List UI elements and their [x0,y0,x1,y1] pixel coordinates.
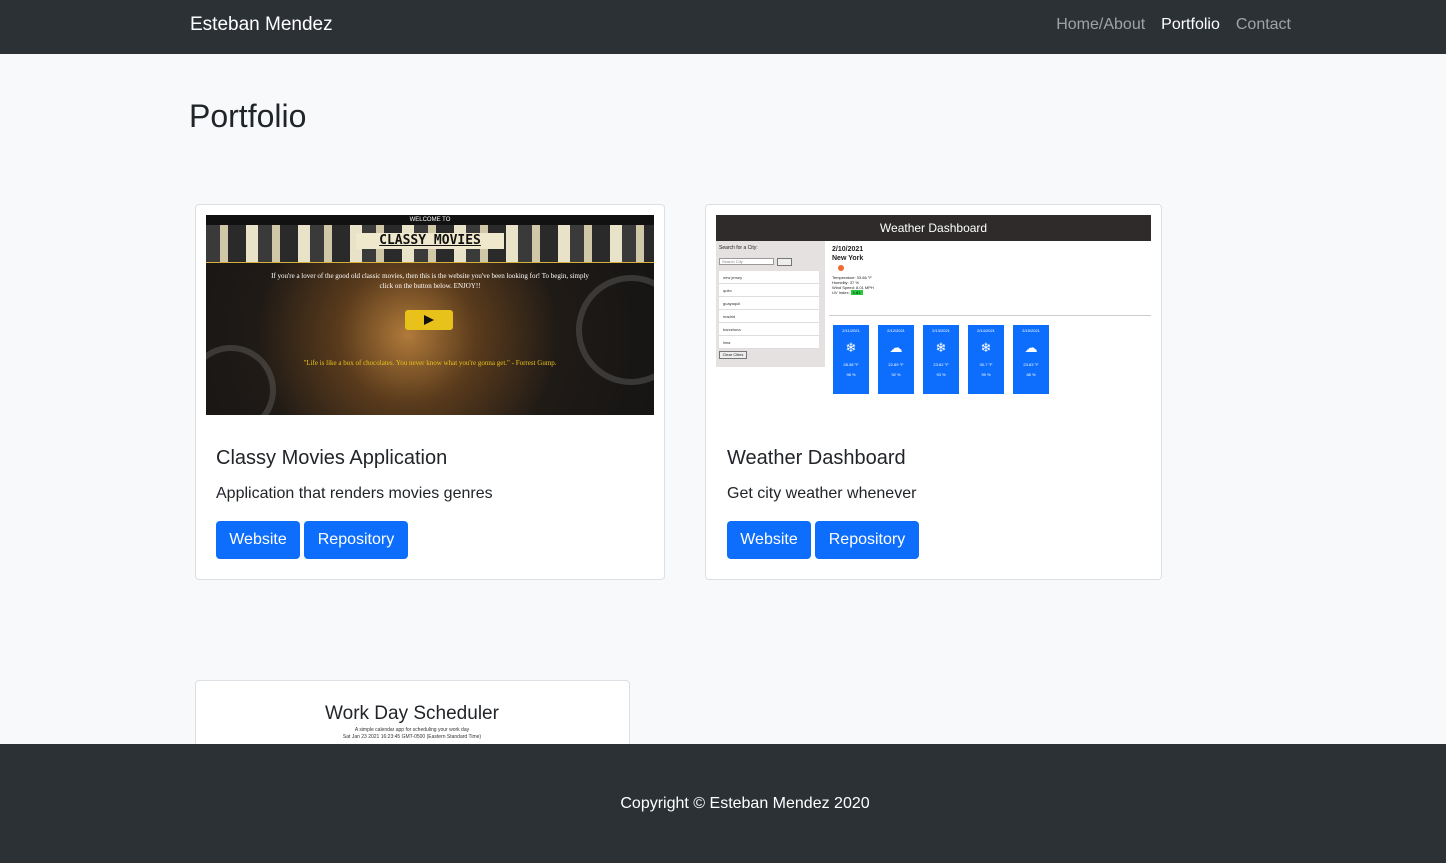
website-button[interactable]: Website [216,521,300,559]
repository-button[interactable]: Repository [304,521,408,559]
thumbnail-welcome-text: WELCOME TO [206,215,654,225]
forecast-date: 2/13/2021 [932,328,950,333]
search-field: Search City [719,258,774,265]
forecast-tile: 2/11/2021 ❄ 28.38 °F 98 % [833,325,869,394]
project-thumbnail: WELCOME TO CLASSY MOVIES If you're a lov… [206,215,654,415]
forecast-temp: 30.7 °F [979,362,993,367]
snow-icon: ❄ [980,340,992,355]
thumbnail-quote: "Life is like a box of chocolates. You n… [303,359,557,367]
city-item: barcelona [719,323,819,336]
thumbnail-heading: Weather Dashboard [716,215,1151,241]
forecast-humidity: 88 % [1026,372,1036,377]
nav-link-portfolio[interactable]: Portfolio [1161,16,1220,34]
uv-label: UV Index: [832,290,850,295]
search-icon [777,258,792,266]
website-button[interactable]: Website [727,521,811,559]
project-card-weather-dashboard: Weather Dashboard Search for a City: Sea… [705,204,1162,580]
play-icon [405,310,453,330]
forecast-tile: 2/12/2021 ☁ 22.89 °F 92 % [878,325,914,394]
forecast-temp: 23.62 °F [933,362,949,367]
forecast-humidity: 98 % [846,372,856,377]
city-item: guayaquil [719,297,819,310]
copyright-text: Copyright © Esteban Mendez 2020 [620,795,870,812]
forecast-tile: 2/13/2021 ❄ 23.62 °F 93 % [923,325,959,394]
forecast-date: 2/12/2021 [887,328,905,333]
card-title: Classy Movies Application [216,447,448,469]
nav-link-home-about[interactable]: Home/About [1056,16,1145,34]
snow-icon: ❄ [845,340,857,355]
thumbnail-description: A simple calendar app for scheduling you… [354,727,470,733]
forecast-date: 2/15/2021 [1022,328,1040,333]
city-item: new jersey [719,271,819,284]
uv-badge: 1.81 [850,290,863,295]
forecast-date: 2/11/2021 [842,328,860,333]
forecast-temp: 22.89 °F [888,362,904,367]
forecast-humidity: 92 % [891,372,901,377]
forecast-humidity: 99 % [981,372,991,377]
repository-button[interactable]: Repository [815,521,919,559]
forecast-temp: 28.38 °F [843,362,859,367]
project-card-classy-movies: WELCOME TO CLASSY MOVIES If you're a lov… [195,204,665,580]
forecast-temp: 23.63 °F [1023,362,1039,367]
page-title: Portfolio [189,98,307,134]
city-item: madrid [719,310,819,323]
current-date: 2/10/2021 [832,246,864,253]
snow-icon: ❄ [935,340,947,355]
current-weather: 2/10/2021 New York Temperature: 33.66 °F… [832,245,874,295]
navbar: Esteban Mendez Home/About Portfolio Cont… [0,0,1446,54]
thumbnail-sidebar: Search for a City: Search City new jerse… [716,241,825,367]
forecast-tile: 2/14/2021 ❄ 30.7 °F 99 % [968,325,1004,394]
thumbnail-datetime: Sat Jan 23 2021 16:23:45 GMT-0500 (Easte… [342,734,482,740]
card-text: Application that renders movies genres [216,485,493,502]
forecast-humidity: 93 % [936,372,946,377]
project-thumbnail: Weather Dashboard Search for a City: Sea… [716,215,1151,395]
clear-cities-button: Clear Cities [719,351,747,359]
divider [829,315,1151,316]
forecast-tile: 2/15/2021 ☁ 23.63 °F 88 % [1013,325,1049,394]
nav-links: Home/About Portfolio Contact [1056,16,1291,34]
city-item: quito [719,284,819,297]
current-city: New York [832,255,864,262]
search-label: Search for a City: [719,245,758,251]
sun-icon [838,265,844,271]
brand-link[interactable]: Esteban Mendez [190,14,333,36]
forecast-date: 2/14/2021 [977,328,995,333]
thumbnail-subtitle: A simple calendar app for scheduling you… [196,727,628,741]
cloud-icon: ☁ [889,340,903,355]
footer: Copyright © Esteban Mendez 2020 [0,744,1446,863]
nav-link-contact[interactable]: Contact [1236,16,1291,34]
thumbnail-heading: Work Day Scheduler [325,703,499,724]
card-text: Get city weather whenever [727,485,917,502]
cloud-icon: ☁ [1024,340,1038,355]
city-item: lima [719,336,819,349]
city-list: new jersey quito guayaquil madrid barcel… [719,271,819,349]
thumbnail-heading: CLASSY MOVIES [356,233,504,249]
card-title: Weather Dashboard [727,447,906,469]
thumbnail-intro: If you're a lover of the good old classi… [271,272,589,290]
